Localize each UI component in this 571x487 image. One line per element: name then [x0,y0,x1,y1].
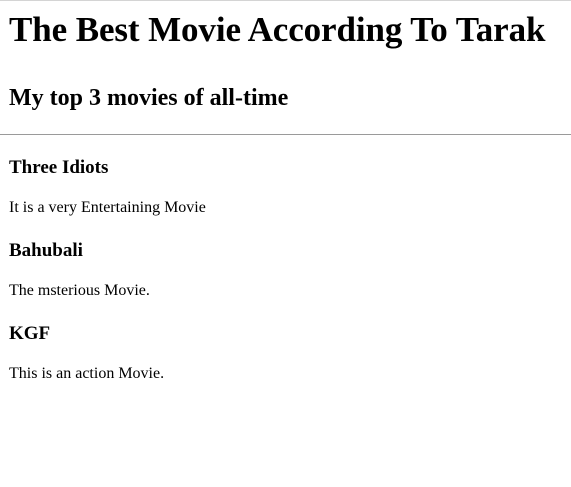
movie-title: KGF [9,323,51,344]
movie-description: The msterious Movie. [9,282,150,299]
page-title: The Best Movie According To Tarak [9,10,546,49]
movie-title: Three Idiots [9,157,109,178]
movie-item-bahubali: Bahubali The msterious Movie. [9,240,562,301]
movie-item-kgf: KGF This is an action Movie. [9,323,562,384]
movie-description: This is an action Movie. [9,365,165,382]
page-subtitle: My top 3 movies of all-time [9,85,289,111]
divider [0,134,571,135]
page-content: The Best Movie According To Tarak My top… [0,11,571,384]
movie-item-three-idiots: Three Idiots It is a very Entertaining M… [9,157,562,218]
movie-description: It is a very Entertaining Movie [9,199,206,216]
movie-title: Bahubali [9,240,83,261]
